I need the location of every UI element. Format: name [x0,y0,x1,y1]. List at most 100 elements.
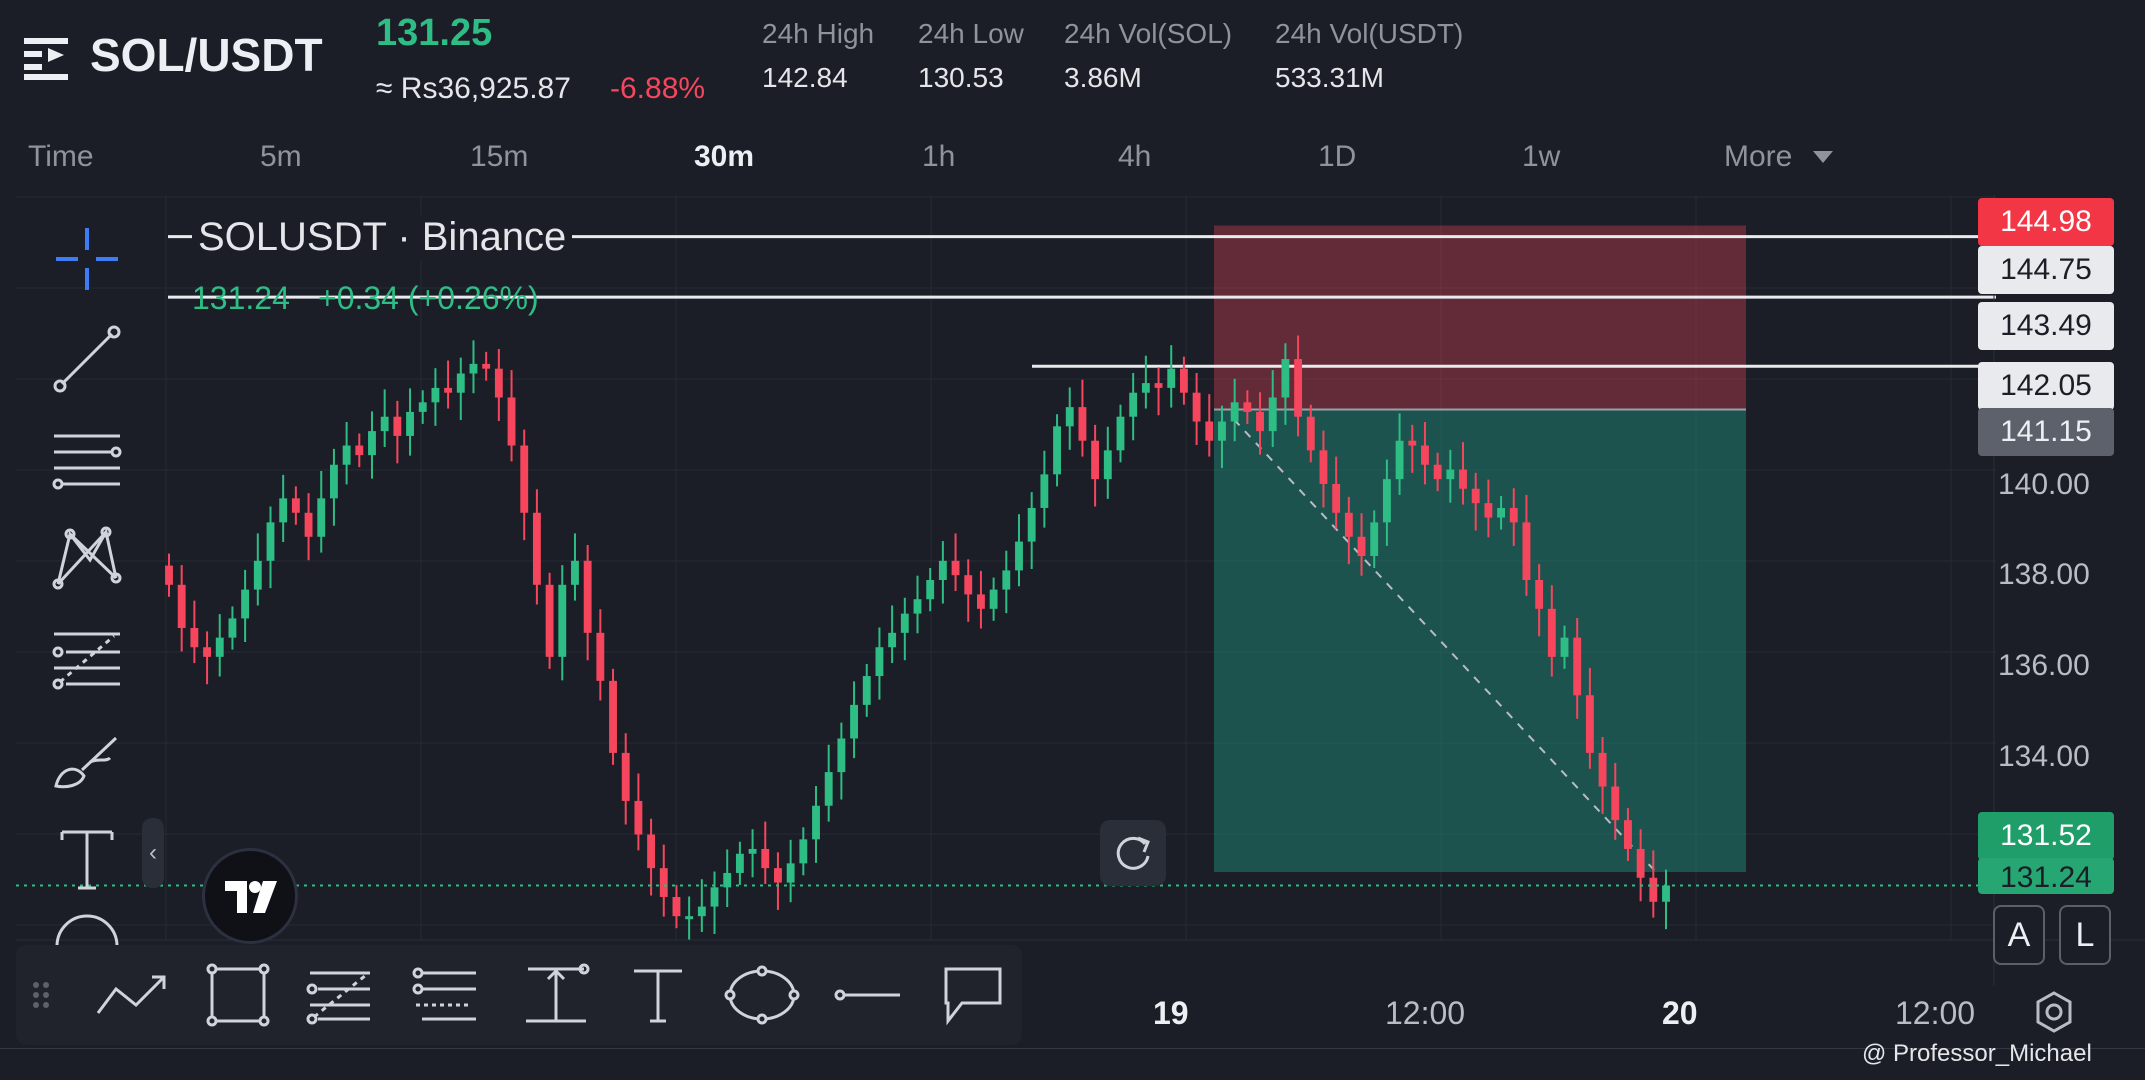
candle-body [1471,488,1480,504]
tab-4h[interactable]: 4h [1118,140,1151,174]
tab-1d[interactable]: 1D [1318,140,1356,174]
chevron-down-icon[interactable] [1813,151,1833,163]
candle-body [1053,426,1061,475]
candle-body [1154,383,1163,388]
price-range-icon[interactable] [518,959,594,1031]
y-axis-tick: 134.00 [1998,740,2090,773]
log-scale-button[interactable]: L [2059,905,2111,965]
candle-body [774,868,782,883]
candle-body [1141,383,1150,393]
candle-body [1332,483,1341,513]
price-tag-level-1[interactable]: 144.75 [1978,246,2114,294]
price-tag-stop: 144.98 [1978,198,2114,246]
tab-30m[interactable]: 30m [694,140,754,174]
tab-1w[interactable]: 1w [1522,140,1560,174]
more-tools-icon[interactable] [46,905,128,945]
candle-body [304,512,313,537]
candle-body [431,387,440,403]
x-axis-tick: 12:00 [1895,995,1976,1031]
candle-body [583,560,592,633]
ellipse-icon[interactable] [724,959,800,1031]
candle-body [1573,637,1582,696]
x-axis-tick: 19 [1153,995,1189,1031]
pair-title[interactable]: SOL/USDT [90,28,323,82]
reset-chart-button[interactable] [1100,820,1166,886]
candle-body [253,560,262,590]
candle-body [1192,392,1201,422]
text-icon[interactable] [46,818,128,900]
candle-body [1509,507,1518,523]
candle-body [1027,507,1036,542]
candle-body [355,445,364,456]
x-axis-tick: 20 [1662,995,1698,1031]
text-tool-icon[interactable] [620,959,696,1031]
watermark: @ Professor_Michael [1862,1040,2092,1067]
price-tag-entry: 141.15 [1978,408,2114,456]
candle-body [1230,402,1239,422]
candle-body [799,839,808,864]
candle-body [1547,608,1556,657]
candle-body [634,800,643,835]
tab-time[interactable]: Time [28,140,94,174]
candle-body [279,498,288,523]
change-percent: -6.88% [610,72,706,105]
chart-symbol-title: SOLUSDT · Binance [192,215,573,260]
last-price: 131.25 [376,12,493,54]
price-tag-level-3[interactable]: 142.05 [1978,362,2114,410]
candle-body [406,411,414,436]
candle-body [532,512,541,585]
crosshair-icon[interactable] [46,218,128,300]
candle-body [710,887,719,907]
trendline-icon[interactable] [46,318,128,400]
brush-icon[interactable] [46,718,128,800]
candle-body [685,916,694,920]
candle-body [1205,421,1214,441]
candle-body [1243,402,1252,412]
candle-body [1522,522,1531,580]
candle-body [1585,695,1594,753]
fib-icon[interactable] [46,618,128,700]
candle-body [609,680,617,753]
candle-body [215,637,224,657]
candle-body [697,906,706,917]
candle-body [888,632,897,648]
horizontal-ray-icon[interactable] [830,959,906,1031]
price-tag-level-2[interactable]: 143.49 [1978,302,2114,350]
candle-body [482,363,491,369]
auto-scale-button[interactable]: A [1993,905,2045,965]
parallel-channel-icon[interactable] [46,418,128,500]
collapse-toolbar-button[interactable]: ‹ [142,818,164,888]
candle-body [228,618,237,638]
candle-body [1636,848,1645,878]
price-tag-current: 131.24 [1978,858,2114,894]
tab-5m[interactable]: 5m [260,140,302,174]
candle-body [393,416,402,436]
tradingview-logo [202,848,298,944]
drag-handle-icon[interactable] [26,959,56,1031]
zigzag-icon[interactable] [94,959,170,1031]
rectangle-icon[interactable] [200,959,276,1031]
stat-label-low: 24h Low [918,18,1024,49]
settings-icon[interactable] [2032,990,2076,1034]
candle-body [368,431,376,456]
fiat-price: ≈ Rs36,925.87 [376,72,571,105]
tab-15m[interactable]: 15m [470,140,528,174]
candle-body [1256,411,1264,432]
candle-body [558,584,567,657]
pattern-icon[interactable] [46,518,128,600]
candle-body [380,416,389,432]
candle-body [659,868,668,897]
tab-1h[interactable]: 1h [922,140,955,174]
candle-body [1598,752,1607,787]
candle-body [1395,440,1404,480]
menu-icon[interactable] [24,36,68,80]
candle-body [862,676,871,705]
candle-body [1611,786,1620,821]
candle-body [1002,570,1011,590]
candle-body [1281,359,1290,398]
fib-retracement-icon[interactable] [302,959,378,1031]
candle-body [989,589,998,609]
callout-icon[interactable] [934,959,1010,1031]
fib-channel-icon[interactable] [408,959,484,1031]
tab-more[interactable]: More [1724,140,1792,174]
